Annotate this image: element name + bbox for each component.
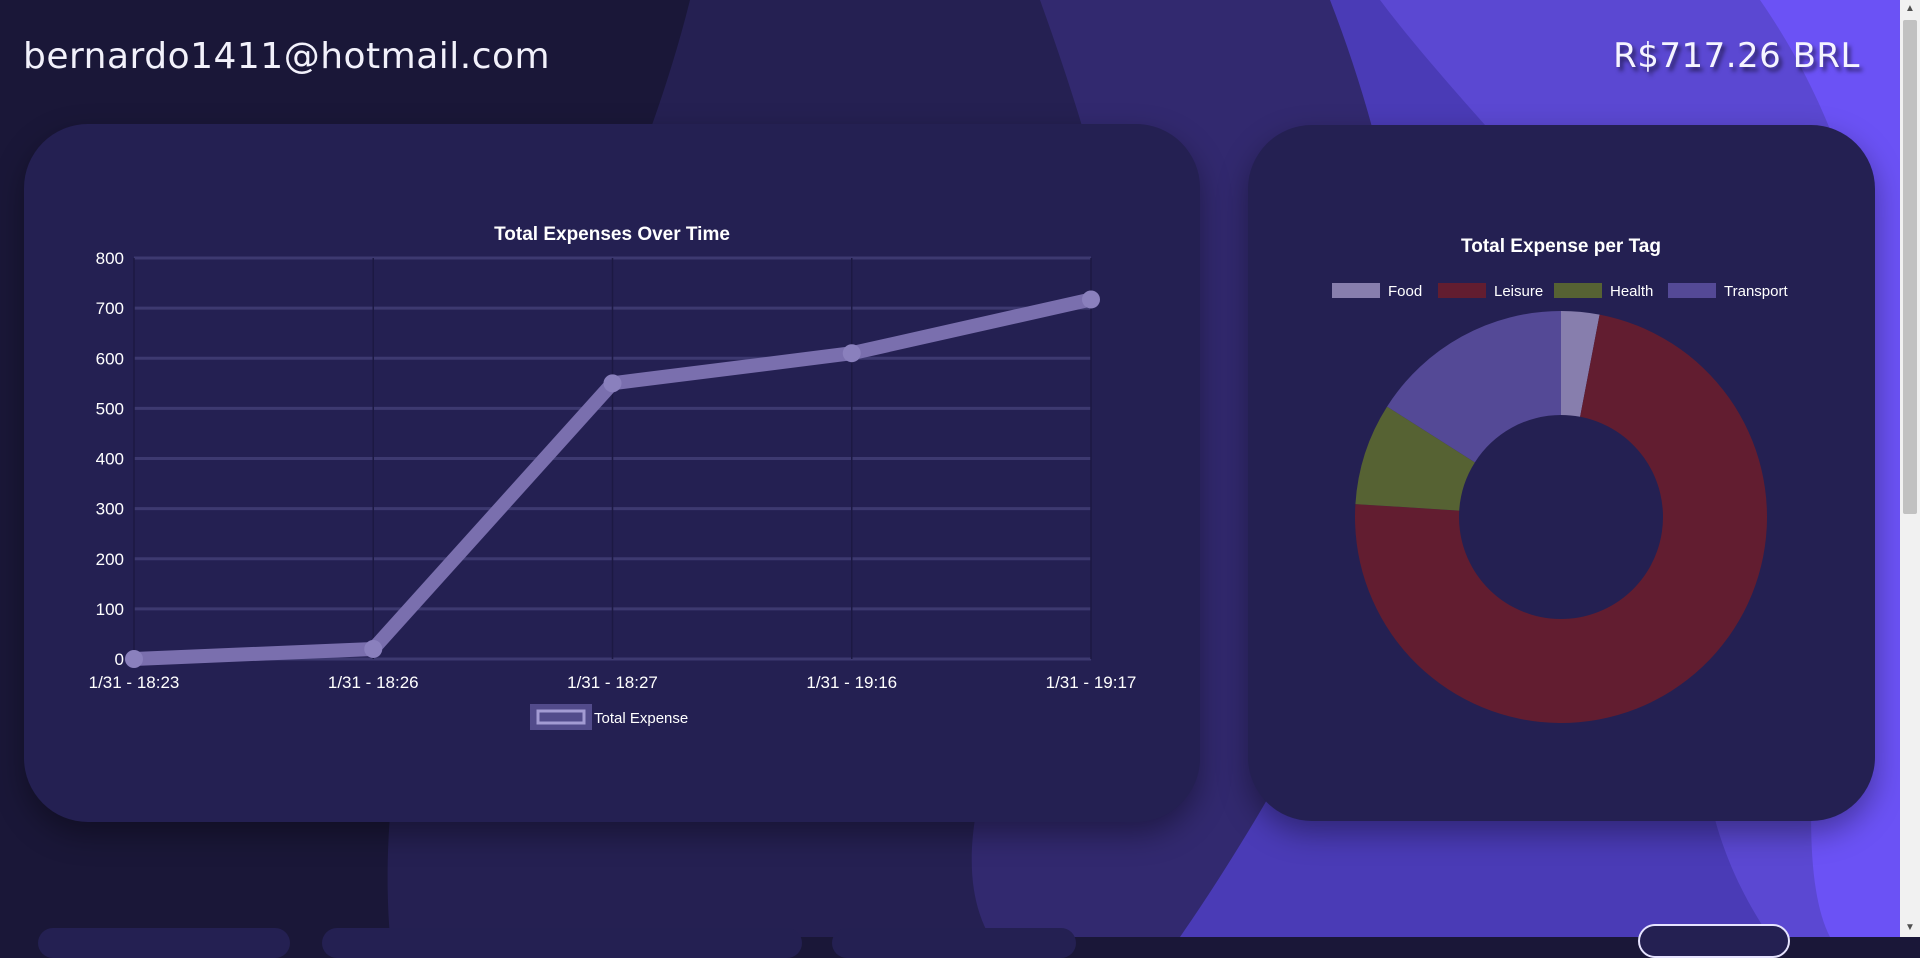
legend-label-food: Food <box>1388 283 1422 300</box>
expenses-line-chart: Total Expenses Over Time 0 100 200 300 400 50… <box>89 224 1137 730</box>
account-balance: R$717.26 BRL <box>1613 36 1860 76</box>
legend-label-health: Health <box>1610 283 1653 300</box>
legend-label-leisure: Leisure <box>1494 283 1543 300</box>
bottom-control-4[interactable] <box>1638 924 1790 958</box>
y-tick-label: 200 <box>96 550 124 569</box>
y-tick-label: 800 <box>96 249 124 268</box>
data-point[interactable] <box>364 639 383 658</box>
data-point[interactable] <box>603 374 622 393</box>
legend-swatch-food[interactable] <box>1332 283 1380 298</box>
x-tick-label: 1/31 - 18:27 <box>567 673 658 692</box>
y-tick-label: 400 <box>96 450 124 469</box>
legend-swatch-health[interactable] <box>1554 283 1602 298</box>
doughnut-chart-title: Total Expense per Tag <box>1461 236 1661 257</box>
data-point[interactable] <box>1082 290 1100 309</box>
scroll-up-icon[interactable]: ▲ <box>1900 0 1920 18</box>
expenses-over-time-card: Total Expenses Over Time 0 100 200 300 400 50… <box>24 124 1200 822</box>
legend-label: Total Expense <box>594 710 688 727</box>
expense-per-tag-card: Total Expense per Tag Food Leisure Health T… <box>1248 125 1875 821</box>
scroll-down-icon[interactable]: ▼ <box>1900 919 1920 937</box>
user-email: bernardo1411@hotmail.com <box>23 36 551 77</box>
y-tick-label: 0 <box>115 650 124 669</box>
vertical-scrollbar[interactable]: ▲ ▼ <box>1900 0 1920 937</box>
data-point[interactable] <box>125 650 143 668</box>
y-tick-label: 700 <box>96 299 124 318</box>
y-tick-label: 500 <box>96 399 124 418</box>
line-chart-title: Total Expenses Over Time <box>494 224 730 245</box>
expense-per-tag-chart: Total Expense per Tag Food Leisure Health T… <box>1332 236 1788 724</box>
x-tick-label: 1/31 - 18:23 <box>89 673 180 692</box>
legend-swatch-transport[interactable] <box>1668 283 1716 298</box>
x-tick-label: 1/31 - 18:26 <box>328 673 419 692</box>
x-tick-label: 1/31 - 19:16 <box>806 673 897 692</box>
bottom-control-3[interactable] <box>832 928 1076 958</box>
data-point[interactable] <box>842 344 861 363</box>
y-tick-label: 100 <box>96 600 124 619</box>
y-tick-label: 600 <box>96 349 124 368</box>
scroll-thumb[interactable] <box>1903 20 1917 514</box>
bottom-control-2[interactable] <box>322 928 802 958</box>
legend-swatch-leisure[interactable] <box>1438 283 1486 298</box>
y-tick-label: 300 <box>96 500 124 519</box>
x-tick-label: 1/31 - 19:17 <box>1046 673 1137 692</box>
legend-label-transport: Transport <box>1724 283 1788 300</box>
bottom-control-1[interactable] <box>38 928 290 958</box>
